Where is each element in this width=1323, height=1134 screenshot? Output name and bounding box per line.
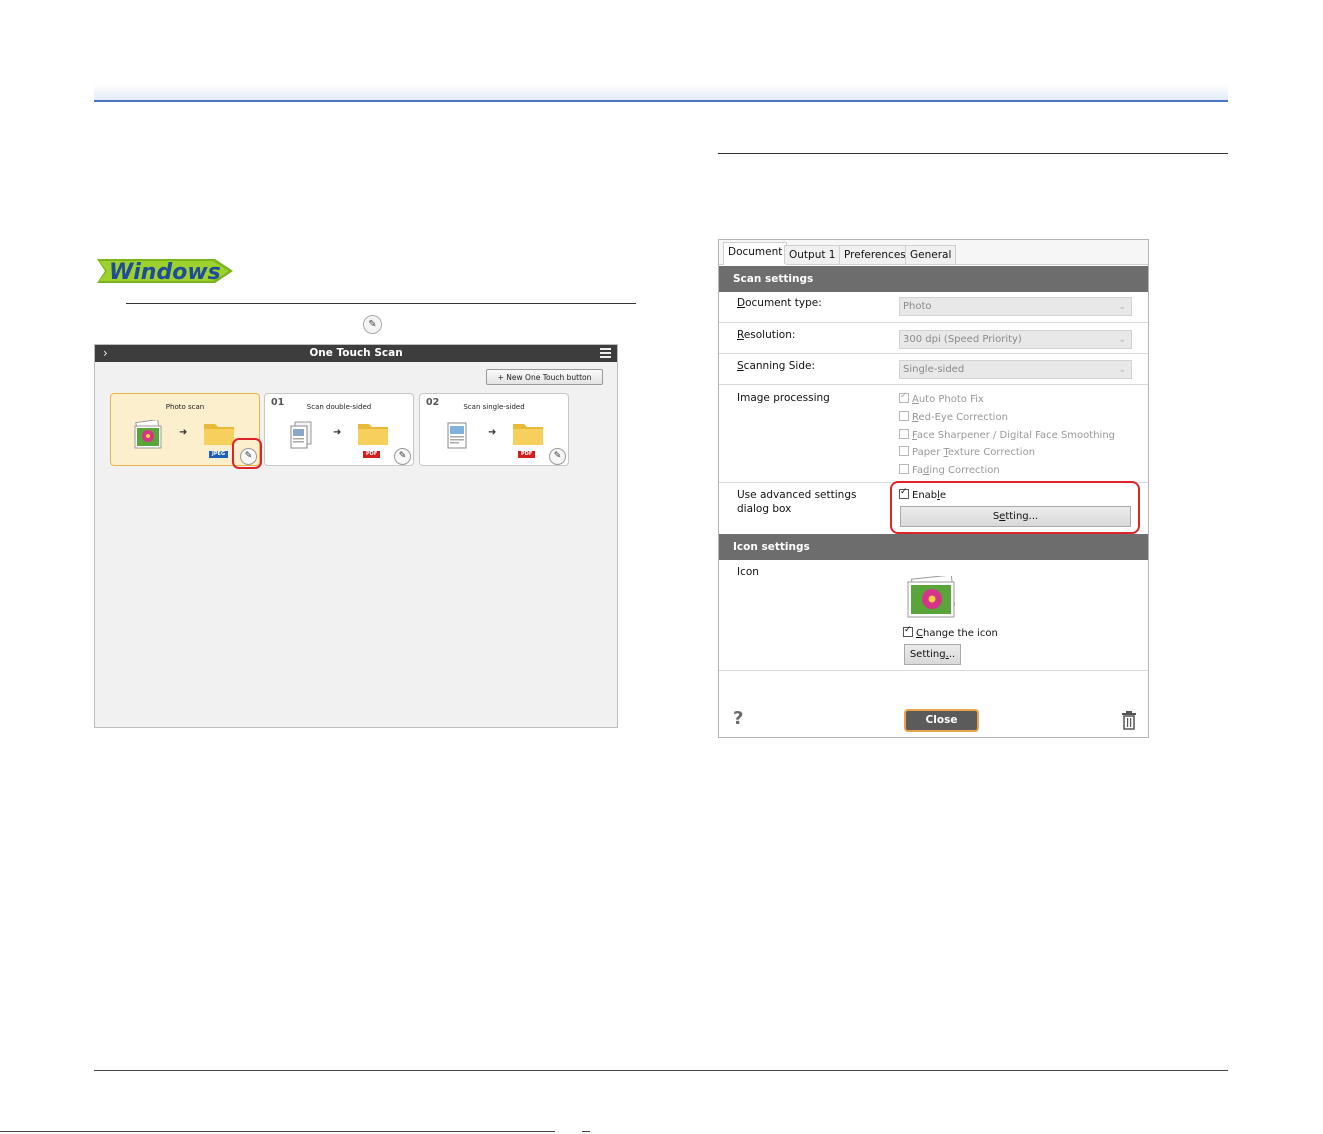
icon-setting-button[interactable]: Setting... — [904, 644, 961, 665]
svg-text:Windows: Windows — [109, 260, 221, 285]
row-separator — [719, 353, 1148, 354]
change-icon-checkbox[interactable]: ✓ Change the icon — [903, 625, 998, 640]
tab-output-1[interactable]: Output 1 — [784, 245, 841, 264]
highlight-advanced-settings — [890, 481, 1140, 534]
single-sided-document-icon — [447, 422, 467, 449]
auto-photo-fix-checkbox[interactable]: ✓ Auto Photo Fix — [899, 391, 984, 406]
folder-icon — [204, 424, 234, 445]
folder-icon — [358, 424, 388, 445]
highlight-edit-button — [232, 438, 262, 469]
help-icon[interactable]: ? — [733, 708, 743, 729]
scanning-side-select[interactable]: Single-sided ⌄ — [899, 360, 1132, 379]
windows-logo: Windows — [97, 259, 233, 285]
pdf-badge: PDF — [518, 451, 536, 458]
advanced-settings-label: Use advanced settings dialog box — [737, 489, 857, 515]
one-touch-scan-window: › One Touch Scan + New One Touch button … — [94, 344, 618, 728]
scanning-side-label: Scanning Side: — [737, 360, 816, 372]
section-rule-right — [718, 153, 1228, 154]
settings-dialog: Document Output 1 Preferences General Sc… — [718, 239, 1149, 738]
tab-document[interactable]: Document — [723, 242, 788, 265]
card-scan-double-sided[interactable]: 01 Scan double-sided ➜ PDF ✎ — [264, 393, 414, 466]
face-sharpener-checkbox[interactable]: Face Sharpener / Digital Face Smoothing — [899, 429, 1115, 442]
trash-icon[interactable] — [1121, 710, 1137, 730]
card-caption: Scan double-sided — [306, 403, 372, 411]
photo-icon — [134, 420, 162, 449]
red-eye-correction-checkbox[interactable]: Red-Eye Correction — [899, 411, 1008, 424]
pdf-badge: PDF — [363, 451, 381, 458]
image-processing-label: Image processing — [737, 392, 830, 404]
document-type-label: Document type: — [737, 297, 822, 309]
document-type-select[interactable]: Photo ⌄ — [899, 297, 1132, 316]
section-rule-left — [126, 303, 636, 304]
chevron-down-icon: ⌄ — [1118, 302, 1126, 312]
hamburger-menu-icon[interactable] — [600, 348, 611, 360]
tab-bar: Document Output 1 Preferences General — [719, 240, 1148, 265]
fading-correction-checkbox[interactable]: Fading Correction — [899, 464, 1000, 477]
folder-icon — [513, 424, 543, 445]
tab-preferences[interactable]: Preferences — [839, 245, 911, 264]
pencil-icon: ✎ — [363, 315, 382, 334]
row-separator — [719, 384, 1148, 385]
close-button[interactable]: Close — [904, 709, 979, 732]
bottom-rule — [0, 1131, 555, 1132]
icon-label: Icon — [737, 566, 759, 578]
row-separator — [719, 670, 1148, 671]
tab-general[interactable]: General — [905, 245, 957, 264]
chevron-down-icon: ⌄ — [1118, 365, 1126, 375]
resolution-label: Resolution: — [737, 329, 796, 341]
photo-icon-preview — [907, 576, 956, 618]
bottom-dash — [582, 1131, 590, 1132]
window-title-bar: › One Touch Scan — [95, 345, 617, 362]
header-rule — [94, 100, 1228, 102]
double-sided-document-icon — [290, 421, 312, 449]
arrow-icon: ➜ — [488, 427, 497, 438]
window-title: One Touch Scan — [309, 347, 403, 359]
edit-pencil-icon[interactable]: ✎ — [394, 448, 411, 465]
arrow-icon: ➜ — [179, 427, 188, 438]
edit-pencil-icon[interactable]: ✎ — [549, 448, 566, 465]
row-separator — [719, 322, 1148, 323]
card-caption: Scan single-sided — [463, 403, 525, 411]
arrow-icon: ➜ — [333, 427, 342, 438]
card-caption: Photo scan — [165, 403, 205, 411]
jpeg-badge: JPEG — [209, 451, 229, 458]
resolution-select[interactable]: 300 dpi (Speed Priority) ⌄ — [899, 330, 1132, 349]
paper-texture-correction-checkbox[interactable]: Paper Texture Correction — [899, 446, 1035, 459]
icon-settings-header: Icon settings — [719, 534, 1148, 560]
card-scan-single-sided[interactable]: 02 Scan single-sided ➜ PDF ✎ — [419, 393, 569, 466]
scan-settings-header: Scan settings — [719, 266, 1148, 292]
new-one-touch-button[interactable]: + New One Touch button — [486, 369, 603, 385]
chevron-down-icon: ⌄ — [1118, 335, 1126, 345]
footer-rule — [94, 1070, 1228, 1071]
